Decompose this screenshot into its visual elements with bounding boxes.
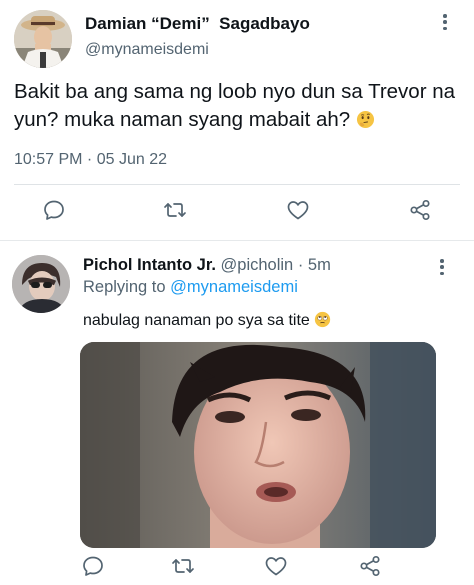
reply-text-content: nabulag nanaman po sya sa tite xyxy=(83,312,310,329)
rolling-eyes-face-icon xyxy=(314,311,331,328)
media-image[interactable] xyxy=(80,342,436,548)
tweet-text-content: Bakit ba ang sama ng loob nyo dun sa Tre… xyxy=(14,80,456,131)
reply-header: Pichol Intanto Jr. @picholin · 5m xyxy=(83,256,331,275)
reply-icon[interactable] xyxy=(41,197,67,223)
reply-text: nabulag nanaman po sya sa tite xyxy=(83,311,331,330)
reply-author-handle[interactable]: @picholin xyxy=(221,256,294,274)
retweet-icon[interactable] xyxy=(170,553,196,579)
more-icon[interactable] xyxy=(437,257,447,277)
reply-time[interactable]: 5m xyxy=(308,256,331,274)
timestamp[interactable]: 10:57 PM · 05 Jun 22 xyxy=(14,151,167,169)
reply-dot-separator: · xyxy=(297,256,304,274)
replying-to-label: Replying to xyxy=(83,278,166,296)
tweet-text: Bakit ba ang sama ng loob nyo dun sa Tre… xyxy=(14,78,462,134)
like-icon[interactable] xyxy=(285,197,311,223)
share-icon[interactable] xyxy=(407,197,433,223)
reply-actions xyxy=(0,553,474,581)
main-tweet: Damian “Demi” Sagadbayo @mynameisdemi Ba… xyxy=(0,0,474,240)
author-handle[interactable]: @mynameisdemi xyxy=(85,41,209,59)
author-name[interactable]: Damian “Demi” Sagadbayo xyxy=(85,14,310,34)
divider xyxy=(14,184,460,185)
like-icon[interactable] xyxy=(263,553,289,579)
replying-to: Replying to @mynameisdemi xyxy=(83,278,298,297)
reply-avatar[interactable] xyxy=(12,255,70,313)
share-icon[interactable] xyxy=(357,553,383,579)
reply-author-name[interactable]: Pichol Intanto Jr. xyxy=(83,256,216,274)
avatar[interactable] xyxy=(14,10,72,68)
reply-icon[interactable] xyxy=(80,553,106,579)
thinking-face-icon xyxy=(356,109,375,129)
tweet-separator xyxy=(0,240,474,241)
retweet-icon[interactable] xyxy=(162,197,188,223)
more-icon[interactable] xyxy=(440,12,450,32)
tweet-actions xyxy=(0,197,474,225)
replying-to-mention[interactable]: @mynameisdemi xyxy=(170,278,298,296)
